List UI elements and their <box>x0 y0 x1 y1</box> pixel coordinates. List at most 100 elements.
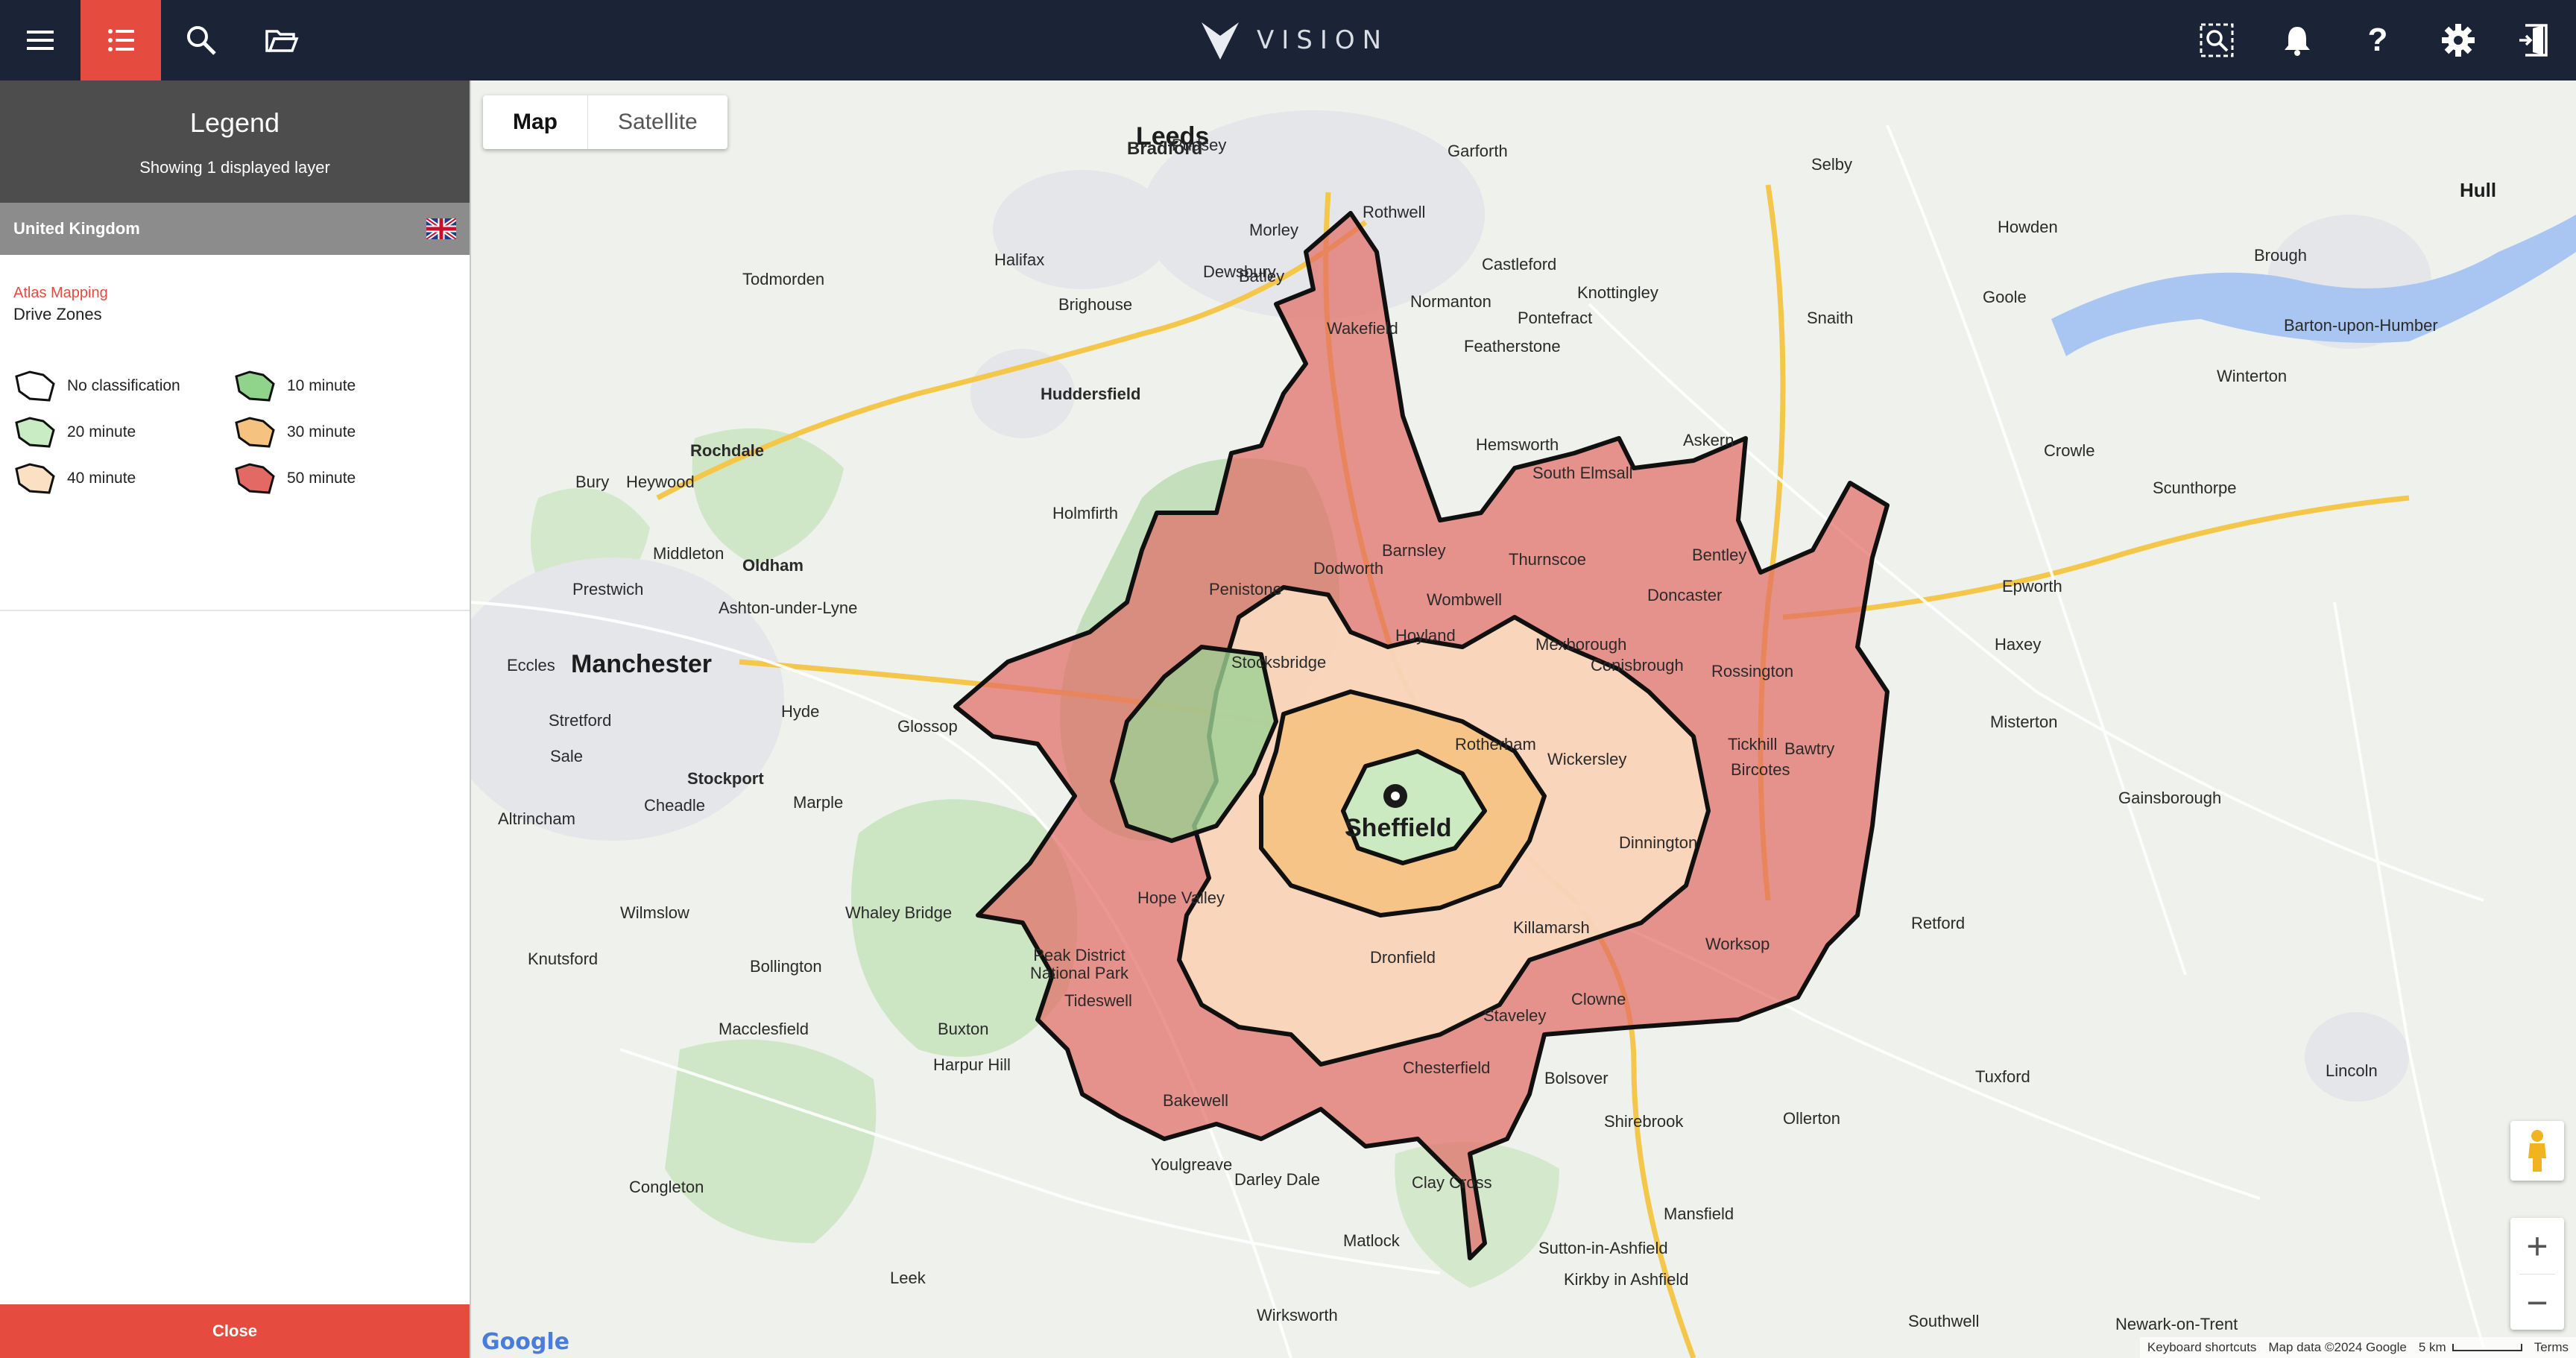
map-attribution: Keyboard shortcuts Map data ©2024 Google… <box>2139 1337 2576 1358</box>
map-label: Oldham <box>742 556 804 575</box>
map-label: Howden <box>1998 218 2058 236</box>
map-label: Goole <box>1983 288 2027 306</box>
map-label: Knutsford <box>528 950 599 968</box>
map-label: Wakefield <box>1327 319 1398 338</box>
map-label: Epworth <box>2002 577 2062 596</box>
legend-toggle-button[interactable] <box>80 0 161 80</box>
open-folder-button[interactable] <box>242 0 322 80</box>
polygon-swatch-icon <box>15 417 55 448</box>
terms-link[interactable]: Terms <box>2534 1340 2569 1355</box>
map-label: Southwell <box>1908 1312 1980 1330</box>
map-label: Thurnscoe <box>1509 550 1586 569</box>
polygon-swatch-icon <box>235 417 275 448</box>
map-label: Chesterfield <box>1403 1058 1491 1077</box>
map-label: Selby <box>1811 155 1853 174</box>
map-label: Rochdale <box>690 441 765 460</box>
map-canvas[interactable]: Leeds Manchester Sheffield Hull Bradford… <box>471 80 2576 1358</box>
map-label: Dronfield <box>1370 948 1436 967</box>
area-search-button[interactable] <box>2176 0 2257 80</box>
map-label: Tickhill <box>1728 735 1778 754</box>
map-label: Mansfield <box>1664 1204 1734 1223</box>
map-label: Rotherham <box>1455 735 1536 754</box>
map-label: Huddersfield <box>1041 385 1141 403</box>
map-label: Bollington <box>750 957 822 976</box>
map-label: Marple <box>793 793 844 812</box>
search-icon <box>187 26 216 55</box>
map-label: Killamarsh <box>1513 918 1590 937</box>
layer-name-label: Drive Zones <box>13 305 102 323</box>
bell-icon <box>2285 27 2310 56</box>
polygon-swatch-icon <box>15 463 55 494</box>
map-label: Sheffield <box>1345 814 1452 842</box>
map-label: Bolsover <box>1544 1069 1609 1087</box>
map-label: Doncaster <box>1647 586 1723 604</box>
map-label: Clowne <box>1571 990 1626 1008</box>
map-label: Whaley Bridge <box>845 903 953 922</box>
scale-bar[interactable]: 5 km <box>2419 1340 2522 1355</box>
legend-item-50-minute: 50 minute <box>233 461 453 496</box>
zoom-out-button[interactable]: − <box>2510 1275 2564 1330</box>
list-icon <box>108 29 134 51</box>
map-label: Hope Valley <box>1137 888 1225 907</box>
area-search-icon <box>2200 23 2234 57</box>
map-label: Featherstone <box>1464 337 1561 356</box>
notifications-button[interactable] <box>2257 0 2337 80</box>
map-label: Bury <box>575 473 610 491</box>
folder-open-icon <box>265 30 299 52</box>
map-label: Cheadle <box>644 796 705 815</box>
street-view-button[interactable] <box>2510 1121 2564 1181</box>
map-label: Pudsey <box>1172 136 1227 154</box>
zoom-in-button[interactable]: + <box>2510 1218 2564 1274</box>
map-label: Brough <box>2254 246 2307 265</box>
map-label: Garforth <box>1448 142 1508 160</box>
divider <box>0 610 470 611</box>
map-label: Buxton <box>938 1020 989 1038</box>
map-label: Misterton <box>1990 713 2058 731</box>
legend-item-no-classification: No classification <box>13 369 233 403</box>
map-label: Hoyland <box>1395 626 1456 645</box>
map-label: Staveley <box>1483 1006 1547 1025</box>
legend-subtitle: Showing 1 displayed layer <box>139 158 330 177</box>
map-label: Leek <box>890 1269 926 1287</box>
map-label: Wombwell <box>1427 590 1503 609</box>
map-label: Heywood <box>626 473 695 491</box>
map-label: Rossington <box>1711 662 1794 680</box>
top-navigation-bar: VISION ? <box>0 0 2576 80</box>
map-label: Hyde <box>781 702 820 721</box>
map-label: Youlgreave <box>1151 1155 1233 1174</box>
map-label: Prestwich <box>572 580 644 599</box>
logout-button[interactable] <box>2496 0 2576 80</box>
map-type-satellite-button[interactable]: Satellite <box>587 95 727 149</box>
google-logo: Google <box>482 1329 569 1355</box>
polygon-swatch-icon <box>235 370 275 402</box>
close-legend-button[interactable]: Close <box>0 1304 470 1358</box>
map-label: Harpur Hill <box>933 1055 1011 1074</box>
map-label: Askern <box>1683 431 1734 449</box>
map-label: Kirkby in Ashfield <box>1564 1270 1689 1289</box>
settings-button[interactable] <box>2418 0 2498 80</box>
map-label: Stockport <box>687 769 764 788</box>
polygon-swatch-icon <box>235 463 275 494</box>
map-label: Lincoln <box>2326 1061 2378 1080</box>
country-row[interactable]: United Kingdom <box>0 203 470 255</box>
map-type-toggle: Map Satellite <box>483 95 727 149</box>
uk-flag-icon <box>426 218 456 239</box>
legend-body: Atlas Mapping Drive Zones No classificat… <box>0 255 470 496</box>
map-type-map-button[interactable]: Map <box>483 95 587 149</box>
map-label: Rothwell <box>1363 203 1426 221</box>
search-button[interactable] <box>161 0 242 80</box>
keyboard-shortcuts-link[interactable]: Keyboard shortcuts <box>2147 1340 2256 1355</box>
menu-button[interactable] <box>0 0 80 80</box>
map-label: Crowle <box>2044 441 2095 460</box>
map-label: Todmorden <box>742 270 825 288</box>
map-label: Tuxford <box>1975 1067 2030 1086</box>
map-label: Barnsley <box>1382 541 1446 560</box>
map-label: Gainsborough <box>2118 789 2222 807</box>
map-label: Macclesfield <box>719 1020 809 1038</box>
help-button[interactable]: ? <box>2337 0 2418 80</box>
map-label: Castleford <box>1482 255 1557 274</box>
map-marker-pin[interactable] <box>1383 784 1407 808</box>
map-label: Eccles <box>507 656 555 675</box>
map-label: Pontefract <box>1518 309 1593 327</box>
map-label: Clay Cross <box>1412 1173 1492 1192</box>
